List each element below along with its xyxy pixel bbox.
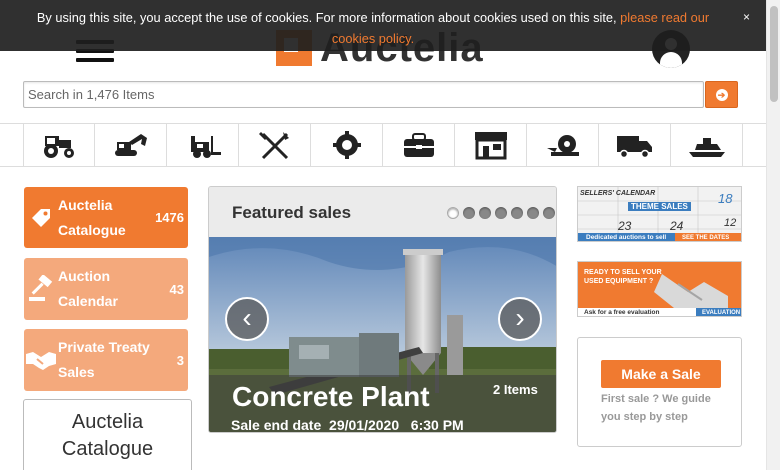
cookie-text: By using this site, you accept the use o… — [36, 10, 621, 25]
carousel-dot[interactable] — [479, 207, 491, 219]
banner1-tag: THEME SALES — [628, 202, 691, 211]
banner1-caption: Dedicated auctions to sell — [586, 234, 667, 241]
featured-sales: Featured sales ‹ › Concrete Plant 2 Item… — [208, 186, 557, 433]
slide-title: Concrete Plant — [232, 381, 430, 412]
recycling-icon — [546, 135, 579, 156]
sidebar-item-private-treaty[interactable]: Private Treaty Sales 3 — [24, 329, 188, 391]
fork-knife-icon — [258, 132, 289, 160]
featured-title: Featured sales — [232, 203, 352, 222]
category-bar — [0, 123, 766, 167]
page-scrollbar[interactable] — [766, 0, 780, 470]
search-input[interactable] — [23, 81, 704, 108]
featured-header: Featured sales — [209, 187, 556, 237]
sidebar-item-count: 3 — [176, 352, 184, 368]
sidebar-item-label: Auctelia Catalogue — [58, 196, 126, 238]
end-date-value: 29/01/2020 — [329, 417, 400, 433]
carousel-dot[interactable] — [495, 207, 507, 219]
category-agriculture[interactable] — [23, 124, 95, 166]
sidebar-item-calendar[interactable]: Auction Calendar 43 — [24, 258, 188, 320]
shop-icon — [474, 132, 507, 160]
catalogue-heading: Auctelia Catalogue — [61, 411, 154, 460]
banner2-cta: EVALUATION — [702, 310, 741, 316]
make-sale-button[interactable]: Make a Sale — [601, 360, 721, 388]
slide-caption: Concrete Plant 2 Items Sale end date 29/… — [209, 375, 556, 433]
arrow-right-icon: ➔ — [715, 88, 728, 101]
carousel-dot[interactable] — [463, 207, 475, 219]
search-button[interactable]: ➔ — [705, 81, 738, 108]
sidebar-item-count: 1476 — [155, 210, 184, 225]
category-industry[interactable] — [311, 124, 383, 166]
banner1-number: 23 — [618, 219, 632, 233]
sidebar-item-label: Auction Calendar — [58, 268, 118, 309]
excavator-icon — [114, 134, 147, 156]
carousel-dot[interactable] — [527, 207, 539, 219]
featured-slide[interactable]: ‹ › Concrete Plant 2 Items Sale end date… — [209, 237, 556, 433]
banner1-cta: SEE THE DATES — [682, 235, 730, 241]
carousel-next-button[interactable]: › — [498, 297, 542, 341]
catalogue-box: Auctelia Catalogue — [23, 399, 192, 470]
gavel-icon — [24, 275, 58, 303]
scrollbar-thumb[interactable] — [770, 6, 778, 102]
carousel-prev-button[interactable]: ‹ — [225, 297, 269, 341]
theme-sales-banner[interactable]: SELLERS' CALENDAR THEME SALES 18 23 24 1… — [577, 186, 742, 242]
end-time-value: 6:30 PM — [410, 417, 464, 433]
banner2-caption: Ask for a free evaluation — [584, 309, 660, 316]
banner1-number: 24 — [670, 219, 684, 233]
category-boats[interactable] — [671, 124, 743, 166]
forklift-icon — [190, 136, 221, 158]
tag-icon — [24, 206, 58, 230]
carousel-dot[interactable] — [543, 207, 555, 219]
cookie-banner: By using this site, you accept the use o… — [0, 0, 766, 51]
end-date-label: Sale end date — [231, 417, 322, 433]
carousel-dot[interactable] — [511, 207, 523, 219]
handshake-icon — [24, 348, 58, 372]
banner1-heading: SELLERS' CALENDAR — [580, 190, 656, 197]
category-recycling[interactable] — [527, 124, 599, 166]
banner1-number: 12 — [724, 217, 737, 229]
category-construction[interactable] — [95, 124, 167, 166]
cookie-close-button[interactable]: × — [743, 7, 750, 28]
search-bar: ➔ — [23, 81, 738, 109]
tractor-icon — [44, 136, 74, 158]
slide-items-count: 2 Items — [493, 382, 538, 397]
toolbox-icon — [403, 133, 434, 157]
category-tools[interactable] — [383, 124, 455, 166]
category-transport[interactable] — [599, 124, 671, 166]
sidebar-item-count: 43 — [169, 281, 184, 297]
carousel-dots — [447, 207, 555, 219]
category-catering[interactable] — [239, 124, 311, 166]
evaluation-banner[interactable]: READY TO SELL YOUR USED EQUIPMENT ? Ask … — [577, 261, 742, 317]
category-retail[interactable] — [455, 124, 527, 166]
sidebar-item-label: Private Treaty Sales — [58, 339, 150, 380]
page: Auctelia By using this site, you accept … — [0, 0, 780, 470]
boat-icon — [688, 138, 725, 157]
gear-icon — [332, 131, 361, 159]
make-sale-box: Make a Sale First sale ? We guide you st… — [577, 337, 742, 447]
sidebar-item-catalogue[interactable]: Auctelia Catalogue 1476 — [24, 187, 188, 248]
slide-end-date: Sale end date 29/01/2020 6:30 PM — [231, 417, 464, 433]
banner2-heading: READY TO SELL YOUR USED EQUIPMENT ? — [584, 269, 662, 285]
truck-icon — [616, 136, 652, 159]
carousel-dot[interactable] — [447, 207, 459, 219]
banner1-number: 18 — [718, 191, 733, 206]
category-handling[interactable] — [167, 124, 239, 166]
make-sale-text: First sale ? We guide you step by step — [601, 393, 711, 423]
